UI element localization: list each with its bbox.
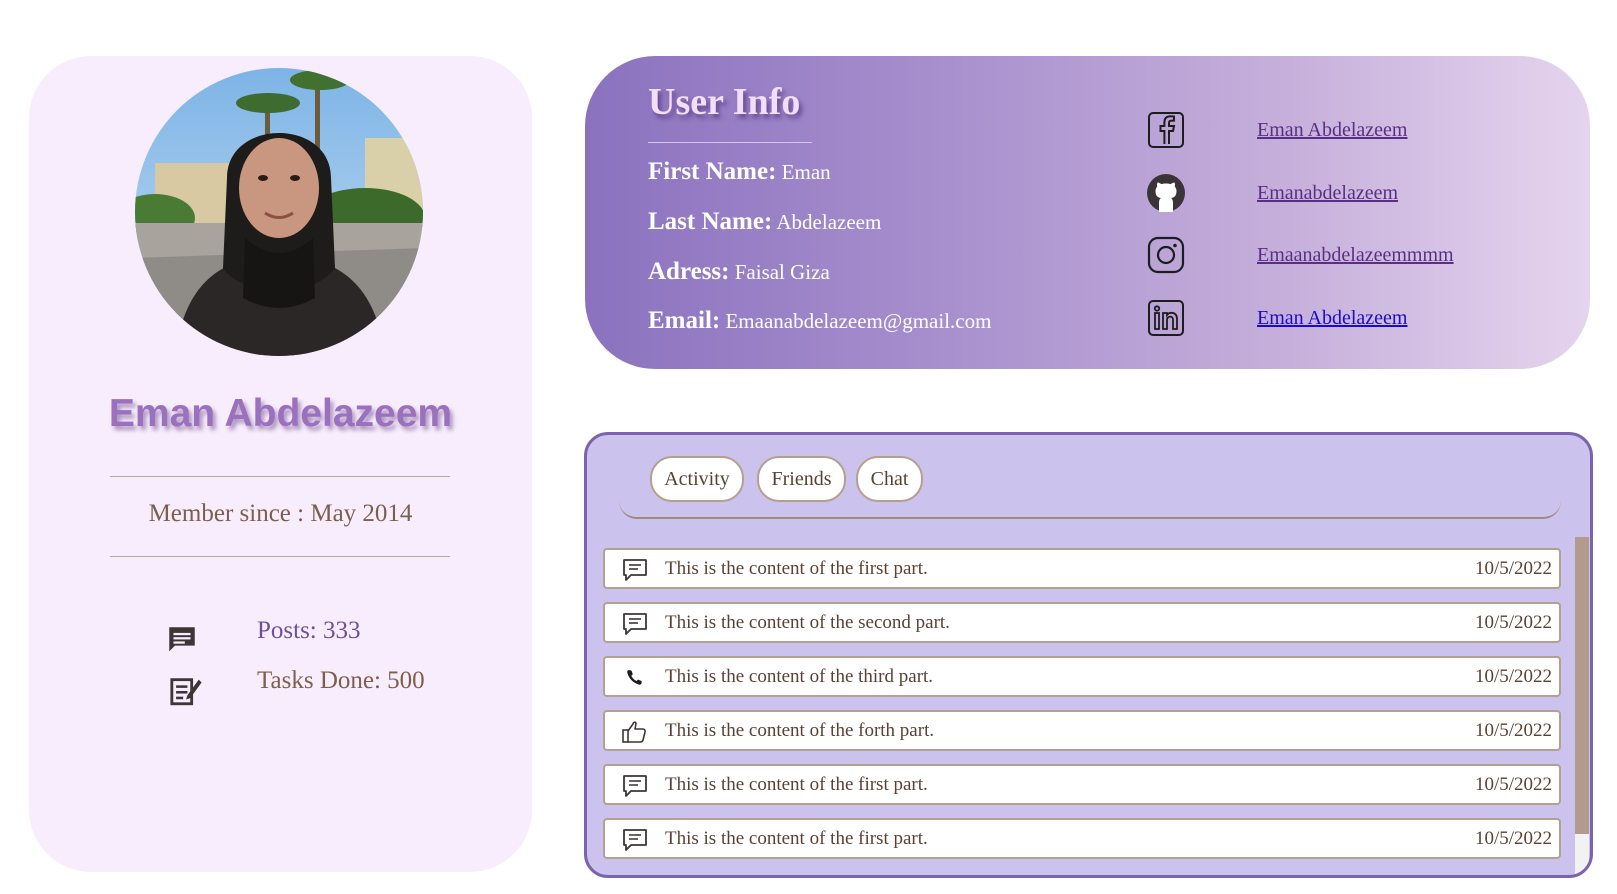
facebook-icon[interactable] bbox=[1146, 110, 1186, 150]
list-item[interactable]: This is the content of the forth part. 1… bbox=[603, 710, 1561, 751]
linkedin-icon[interactable] bbox=[1146, 298, 1186, 338]
github-icon[interactable] bbox=[1146, 173, 1186, 213]
email-field: Email: Emaanabdelazeem@gmail.com bbox=[648, 307, 991, 335]
field-label: Adress: bbox=[648, 258, 730, 285]
list-item-date: 10/5/2022 bbox=[1474, 720, 1552, 741]
list-item-text: This is the content of the first part. bbox=[665, 558, 928, 579]
field-value: Emaanabdelazeem@gmail.com bbox=[720, 309, 992, 333]
stat-posts: Posts: 333 bbox=[29, 617, 532, 657]
list-item[interactable]: This is the content of the first part. 1… bbox=[603, 818, 1561, 859]
thumbs-up-icon bbox=[621, 718, 649, 746]
field-label: Last Name: bbox=[648, 208, 773, 235]
tab-bar: Activity Friends Chat bbox=[619, 435, 1561, 519]
list-item-text: This is the content of the forth part. bbox=[665, 720, 935, 741]
field-label: Email: bbox=[648, 307, 721, 334]
field-value: Eman bbox=[776, 160, 831, 184]
instagram-link[interactable]: Emaanabdelazeemmmm bbox=[1257, 244, 1454, 267]
stat-tasks: Tasks Done: 500 bbox=[29, 667, 532, 707]
address-field: Adress: Faisal Giza bbox=[648, 258, 830, 286]
scrollbar-thumb[interactable] bbox=[1575, 537, 1589, 834]
stat-posts-label: Posts: 333 bbox=[257, 617, 361, 644]
message-icon bbox=[621, 556, 649, 584]
list-item-date: 10/5/2022 bbox=[1474, 774, 1552, 795]
member-since: Member since : May 2014 bbox=[148, 500, 413, 527]
list-item[interactable]: This is the content of the first part. 1… bbox=[603, 548, 1561, 589]
tab-chat[interactable]: Chat bbox=[856, 456, 923, 502]
list-item-date: 10/5/2022 bbox=[1474, 612, 1552, 633]
edit-note-icon bbox=[169, 674, 203, 708]
divider bbox=[110, 556, 450, 557]
divider bbox=[110, 476, 450, 477]
first-name-field: First Name: Eman bbox=[648, 158, 831, 186]
facebook-link[interactable]: Eman Abdelazeem bbox=[1257, 119, 1408, 142]
user-info-title: User Info bbox=[648, 81, 801, 123]
list-item-date: 10/5/2022 bbox=[1474, 828, 1552, 849]
list-item-text: This is the content of the third part. bbox=[665, 666, 934, 687]
tab-activity[interactable]: Activity bbox=[650, 456, 744, 502]
field-value: Faisal Giza bbox=[729, 260, 830, 284]
github-link[interactable]: Emanabdelazeem bbox=[1257, 182, 1398, 205]
instagram-icon[interactable] bbox=[1146, 235, 1186, 275]
message-icon bbox=[621, 610, 649, 638]
phone-icon bbox=[621, 664, 649, 692]
field-label: First Name: bbox=[648, 158, 777, 185]
list-item[interactable]: This is the content of the third part. 1… bbox=[603, 656, 1561, 697]
tab-friends[interactable]: Friends bbox=[757, 456, 846, 502]
list-item-text: This is the content of the first part. bbox=[665, 774, 928, 795]
list-item-text: This is the content of the first part. bbox=[665, 828, 928, 849]
list-item-date: 10/5/2022 bbox=[1474, 558, 1552, 579]
list-item-date: 10/5/2022 bbox=[1474, 666, 1552, 687]
message-icon bbox=[621, 772, 649, 800]
linkedin-link[interactable]: Eman Abdelazeem bbox=[1257, 307, 1408, 330]
profile-card: Eman Abdelazeem Member since : May 2014 … bbox=[29, 56, 532, 872]
activity-panel: Activity Friends Chat This is the conten… bbox=[584, 432, 1593, 878]
stat-tasks-label: Tasks Done: 500 bbox=[257, 667, 425, 694]
field-value: Abdelazeem bbox=[772, 210, 882, 234]
list-item-text: This is the content of the second part. bbox=[665, 612, 950, 633]
divider bbox=[648, 142, 812, 143]
user-info-card: User Info First Name: Eman Last Name: Ab… bbox=[585, 56, 1590, 369]
list-item[interactable]: This is the content of the second part. … bbox=[603, 602, 1561, 643]
profile-name: Eman Abdelazeem bbox=[108, 392, 453, 435]
message-icon bbox=[621, 826, 649, 854]
avatar bbox=[135, 68, 423, 356]
comment-icon bbox=[165, 623, 199, 657]
list-item[interactable]: This is the content of the first part. 1… bbox=[603, 764, 1561, 805]
last-name-field: Last Name: Abdelazeem bbox=[648, 208, 881, 236]
